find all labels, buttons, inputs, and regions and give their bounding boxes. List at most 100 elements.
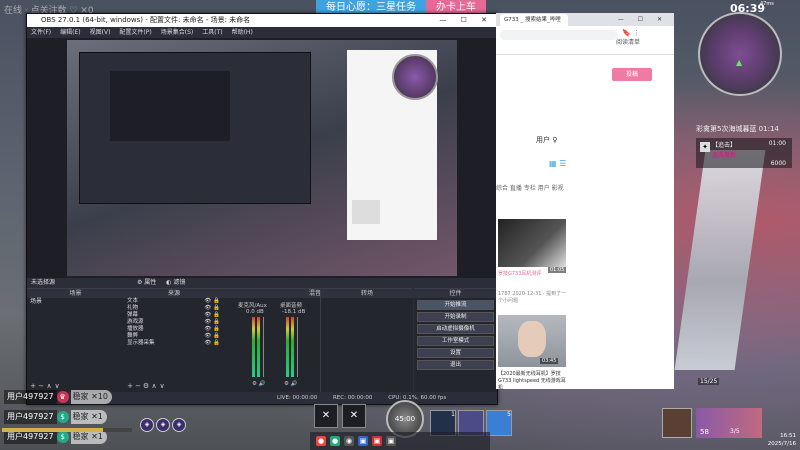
remove-source-button[interactable]: − (134, 382, 142, 390)
obs-icon[interactable]: ◉ (344, 436, 354, 446)
move-down-icon[interactable]: ∨ (53, 382, 61, 390)
health-fill (2, 428, 104, 432)
source-item[interactable]: 礼物 👁 🔒 (124, 305, 224, 312)
eye-lock-icon[interactable]: 👁 🔒 (204, 326, 220, 333)
controls-header: 控件 (414, 289, 497, 298)
exit-button[interactable]: 退出 (417, 360, 494, 370)
window-controls[interactable]: — ☐ ✕ (618, 13, 668, 26)
properties-button[interactable]: ⚙ 属性 (137, 279, 156, 286)
start-streaming-button[interactable]: 开始推流 (417, 300, 494, 310)
address-bar[interactable] (500, 30, 618, 40)
move-down-icon[interactable]: ∨ (158, 382, 166, 390)
browser-tab[interactable]: G733 _ 搜索结果_哔哩 (500, 14, 568, 26)
menu-tools[interactable]: 工具(T) (202, 27, 222, 38)
source-item[interactable]: 播放器 👁 🔒 (124, 326, 224, 333)
view-toggle-icon[interactable]: ▦ ☰ (549, 159, 567, 169)
eye-lock-icon[interactable]: 👁 🔒 (204, 305, 220, 312)
virtual-camera-button[interactable]: 启动虚拟摄像机 (417, 324, 494, 334)
eye-lock-icon[interactable]: 👁 🔒 (204, 340, 220, 347)
source-item[interactable]: 弹幕 👁 🔒 (124, 312, 224, 319)
source-settings-icon[interactable]: ⚙ (142, 382, 150, 390)
live-status: LIVE: 00:00:00 (277, 395, 318, 401)
window-controls[interactable]: — ☐ ✕ (439, 14, 493, 27)
inventory-slot[interactable] (662, 408, 692, 438)
chat-username: 用户497927 (4, 430, 57, 444)
remove-scene-button[interactable]: − (37, 382, 45, 390)
zone-text: 彩禽第5次海城暮蓝 01:14 (696, 125, 779, 133)
menu-view[interactable]: 视图(V) (90, 27, 111, 38)
video-title[interactable]: 罗技G733耳机测评 (498, 271, 568, 278)
character-level: 58 (700, 428, 709, 436)
video-title[interactable]: 【2020最新无线耳机】罗技G733 lightspeed 无线游戏耳机 (498, 371, 570, 392)
video-meta: 1787 2020-12-31 · 提到了一个小问题 (498, 291, 567, 304)
app-icon[interactable]: ▣ (372, 436, 382, 446)
controls-panel: 控件 开始推流 开始录制 启动虚拟摄像机 工作室模式 设置 退出 (414, 288, 497, 393)
taskbar: ● ● ◉ ▣ ▣ ▣ (310, 432, 490, 450)
gift-message: 用户497927 ♛ 稳家 ✕10 (4, 390, 112, 404)
filters-button[interactable]: ◐ 滤镜 (166, 279, 185, 286)
minimap[interactable] (698, 12, 782, 96)
transitions-header: 转场 (321, 289, 413, 298)
move-up-icon[interactable]: ∧ (45, 382, 53, 390)
menu-file[interactable]: 文件(F) (31, 27, 51, 38)
tray-time: 16:51 (780, 433, 796, 439)
source-item[interactable]: 显示器采集 👁 🔒 (124, 340, 224, 347)
gift-text: 稳家 ✕1 (70, 410, 107, 424)
gift-message: 用户497927 $ 稳家 ✕1 (4, 410, 107, 424)
source-item[interactable]: 舞弊 👁 🔒 (124, 333, 224, 340)
source-item[interactable]: 游戏源 👁 🔒 (124, 319, 224, 326)
menu-help[interactable]: 帮助(H) (232, 27, 253, 38)
browser-window: G733 _ 搜索结果_哔哩 — ☐ ✕ 🔖 ⋮ 阅读清单 投稿 用户 ♀ ▦ … (496, 13, 674, 392)
start-recording-button[interactable]: 开始录制 (417, 312, 494, 322)
filters-label: 滤镜 (173, 279, 186, 286)
gift-message: 用户497927 $ 稳家 ✕1 (4, 430, 107, 444)
coin-icon: $ (56, 431, 69, 443)
obs-preview[interactable] (27, 38, 497, 278)
settings-button[interactable]: 设置 (417, 348, 494, 358)
reading-list[interactable]: 阅读清单 (616, 37, 640, 46)
app-icon[interactable]: ▣ (386, 436, 396, 446)
eye-lock-icon[interactable]: 👁 🔒 (204, 312, 220, 319)
chat-username: 用户497927 (4, 390, 57, 404)
menu-profile[interactable]: 配置文件(P) (119, 27, 151, 38)
browser-toolbar: 🔖 ⋮ (496, 26, 674, 55)
skill-slot[interactable]: ✕ (342, 404, 366, 428)
menu-edit[interactable]: 编辑(E) (60, 27, 80, 38)
mic-db: 0.0 dB (246, 309, 264, 315)
add-scene-button[interactable]: + (29, 382, 37, 390)
buff-icon: ◈ (156, 418, 170, 432)
app-icon[interactable]: ▣ (358, 436, 368, 446)
menu-scene-collection[interactable]: 场景集合(S) (161, 27, 194, 38)
event-tag: 【追击】 (712, 142, 737, 149)
add-source-button[interactable]: + (126, 382, 134, 390)
mic-volume-slider[interactable] (263, 317, 264, 377)
scenes-panel: 场景 场景 + − ∧ ∨ (27, 288, 124, 393)
event-sub: 追击鬼新 (712, 152, 737, 159)
eye-lock-icon[interactable]: 👁 🔒 (204, 319, 220, 326)
mic-settings-icon[interactable]: ⚙ 🔊 (252, 381, 266, 387)
desktop-meter (286, 317, 289, 377)
move-up-icon[interactable]: ∧ (150, 382, 158, 390)
extension-icons[interactable]: 🔖 ⋮ (622, 29, 640, 37)
nested-obs-window (79, 52, 311, 204)
wechat-icon[interactable]: ● (330, 436, 340, 446)
filter-tabs[interactable]: 综合 直播 专栏 用户 影视 (496, 183, 674, 192)
eye-lock-icon[interactable]: 👁 🔒 (204, 333, 220, 340)
desktop-settings-icon[interactable]: ⚙ 🔊 (284, 381, 298, 387)
thumbnail-face (518, 321, 546, 357)
studio-mode-button[interactable]: 工作室模式 (417, 336, 494, 346)
skill-slot[interactable]: ✕ (314, 404, 338, 428)
preview-capture (67, 40, 457, 276)
event-panel: 【追击】 01:00 追击鬼新 6000 (696, 138, 792, 168)
eye-lock-icon[interactable]: 👁 🔒 (204, 298, 220, 305)
video-card-thumbnail[interactable] (498, 219, 566, 267)
source-item[interactable]: 文本 👁 🔒 (124, 298, 224, 305)
desktop-volume-slider[interactable] (297, 317, 298, 377)
user-filter-tab[interactable]: 用户 ♀ (536, 135, 557, 145)
source-name: 游戏源 (127, 319, 144, 325)
scene-item[interactable]: 场景 (27, 298, 124, 306)
upload-button[interactable]: 投稿 (612, 68, 652, 81)
chrome-icon[interactable]: ● (316, 436, 326, 446)
buff-icon: ◈ (172, 418, 186, 432)
buff-icons: ◈ ◈ ◈ (140, 418, 186, 432)
